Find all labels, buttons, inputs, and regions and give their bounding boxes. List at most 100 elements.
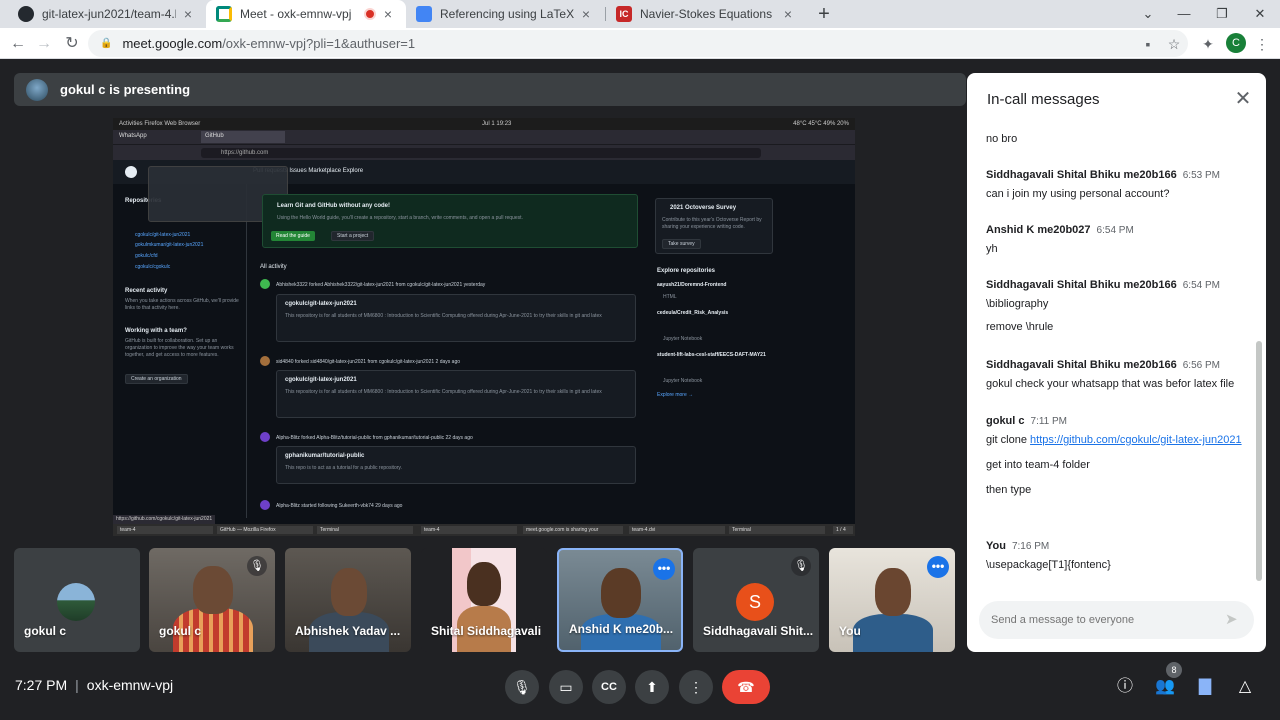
taskbar-item: Terminal — [729, 526, 825, 534]
feed-avatar — [260, 356, 270, 366]
chat-message: Siddhagavali Shital Bhiku me20b166 6:53 P… — [986, 167, 1246, 202]
browser-menu-icon[interactable]: ⋮ — [1252, 34, 1272, 54]
message-sender: gokul c — [986, 415, 1025, 427]
chat-icon: ▇ — [1198, 678, 1212, 695]
tab-title: Navier-Stokes Equations — [640, 7, 773, 21]
extensions-icon[interactable]: ✦ — [1198, 34, 1218, 54]
feed-item-text: Alpha-Blitz forked Alpha-Blitz/tutorial-… — [276, 435, 473, 441]
browser-tab-navier[interactable]: IC Navier-Stokes Equations × — [606, 0, 806, 28]
participant-tile-speaking[interactable]: ••• Anshid K me20b... — [557, 548, 683, 652]
survey-text: Contribute to this year's Octoverse Repo… — [662, 217, 762, 230]
message-sender: Anshid K me20b027 — [986, 224, 1091, 236]
forward-icon[interactable]: → — [32, 32, 56, 56]
send-icon[interactable]: ➤ — [1225, 610, 1238, 628]
participant-tile[interactable]: gokul c — [14, 548, 140, 652]
more-options-button[interactable]: ⋮ — [679, 670, 713, 704]
meeting-info-button[interactable]: ⓘ — [1111, 673, 1139, 701]
message-sender: Siddhagavali Shital Bhiku me20b166 — [986, 169, 1177, 181]
in-call-messages-panel: In-call messages ✕ no bro Siddhagavali S… — [967, 73, 1266, 652]
tab-title: git-latex-jun2021/team-4.bib at m — [42, 7, 176, 21]
separator: | — [75, 677, 79, 693]
captions-button[interactable]: CC — [592, 670, 626, 704]
leave-call-button[interactable]: ☎ — [722, 670, 770, 704]
window-close-icon[interactable]: ✕ — [1242, 0, 1278, 28]
reload-icon[interactable]: ↻ — [60, 32, 84, 56]
message-text: \usepackage[T1]{fontenc} — [986, 559, 1111, 571]
participant-avatar — [57, 583, 95, 621]
participant-name: gokul c — [24, 624, 67, 638]
maximize-icon[interactable]: ❐ — [1204, 0, 1240, 28]
participant-tile-self[interactable]: ••• You — [829, 548, 955, 652]
taskbar-item: team-4.dvi — [629, 526, 725, 534]
close-tab-icon[interactable]: × — [578, 6, 594, 22]
camera-button[interactable]: ▭ — [549, 670, 583, 704]
present-button[interactable]: ⬆ — [635, 670, 669, 704]
message-time: 7:11 PM — [1030, 416, 1068, 427]
close-chat-icon[interactable]: ✕ — [1231, 87, 1255, 111]
mic-icon: 🎙 — [513, 679, 531, 695]
browser-tab-overleaf[interactable]: Referencing using LaTeX - Refere × — [406, 0, 604, 28]
participant-face — [467, 562, 501, 606]
more-options-icon[interactable]: ••• — [653, 558, 675, 580]
mic-button[interactable]: 🎙 — [505, 670, 539, 704]
meeting-details: 7:27 PM | oxk-emnw-vpj — [15, 677, 173, 693]
chat-message: no bro — [986, 129, 1246, 147]
ubuntu-top-bar: Activities Firefox Web Browser Jul 1 19:… — [113, 118, 855, 130]
taskbar-item: team-4 — [117, 526, 213, 534]
team-text: GitHub is built for collaboration. Set u… — [125, 338, 234, 358]
message-time: 6:53 PM — [1182, 170, 1220, 181]
browser-tab-github[interactable]: git-latex-jun2021/team-4.bib at m × — [8, 0, 206, 28]
browser-tab-meet[interactable]: Meet - oxk-emnw-vpj × — [206, 0, 406, 28]
feed-repo-card: gphanikumar/tutorial-public This repo is… — [276, 446, 636, 484]
overleaf-icon — [416, 6, 432, 22]
participant-tile[interactable]: S 🎙 Siddhagavali Shit... — [693, 548, 819, 652]
participant-tile[interactable]: Abhishek Yadav ... — [285, 548, 411, 652]
feed-repo-desc: This repository is for all students of M… — [285, 389, 602, 395]
github-right-column: 2021 Octoverse Survey Contribute to this… — [653, 184, 853, 518]
present-icon: ⬆ — [646, 679, 658, 695]
camera-in-use-icon[interactable]: ▪ — [1138, 34, 1158, 54]
ubuntu-clock: Jul 1 19:23 — [482, 121, 512, 127]
explore-repo: student-lift-labs-cesl-staff/EECS-DAFT-M… — [657, 352, 766, 358]
repo-link: gokulc/cfd — [135, 253, 158, 259]
profile-avatar[interactable]: C — [1226, 33, 1246, 53]
message-sender: Siddhagavali Shital Bhiku me20b166 — [986, 279, 1177, 291]
message-time: 7:16 PM — [1011, 541, 1050, 552]
close-tab-icon[interactable]: × — [780, 6, 796, 22]
feed-repo-card: cgokulc/git-latex-jun2021 This repositor… — [276, 294, 636, 342]
participant-tile[interactable]: 🎙 gokul c — [149, 548, 275, 652]
participant-name: Abhishek Yadav ... — [295, 624, 401, 638]
participant-face — [875, 568, 911, 616]
message-text: git clone https://github.com/cgokulc/git… — [986, 432, 1246, 448]
taskbar-workspace: 1 / 4 — [833, 526, 853, 534]
bookmark-star-icon[interactable]: ☆ — [1164, 34, 1184, 54]
message-time: 6:54 PM — [1096, 225, 1134, 236]
ff-tab-whatsapp: WhatsApp — [119, 133, 147, 139]
back-icon[interactable]: ← — [6, 32, 30, 56]
take-survey-button: Take survey — [662, 239, 701, 249]
chat-message: Siddhagavali Shital Bhiku me20b166 6:56 P… — [986, 357, 1246, 392]
chat-message-list[interactable]: no bro Siddhagavali Shital Bhiku me20b16… — [967, 121, 1257, 591]
close-tab-icon[interactable]: × — [180, 6, 196, 22]
participant-face — [331, 568, 367, 616]
minimize-icon[interactable]: — — [1166, 0, 1202, 28]
address-bar[interactable]: 🔒 meet.google.com/oxk-emnw-vpj?pli=1&aut… — [88, 30, 1188, 57]
participant-tile[interactable]: Shital Siddhagavali — [421, 548, 547, 652]
hangup-icon: ☎ — [737, 679, 755, 695]
chat-scrollbar[interactable] — [1256, 341, 1262, 581]
tab-search-icon[interactable]: ⌄ — [1130, 0, 1166, 28]
repo-link: gokulmkumar/git-latex-jun2021 — [135, 242, 204, 248]
presenter-avatar — [26, 78, 48, 101]
message-sender: You — [986, 540, 1006, 552]
camera-icon: ▭ — [559, 679, 573, 695]
feed-repo-desc: This repository is for all students of M… — [285, 313, 602, 319]
chat-title: In-call messages — [987, 91, 1100, 108]
message-link[interactable]: https://github.com/cgokulc/git-latex-jun… — [1030, 434, 1242, 446]
activities-button[interactable]: △ — [1231, 673, 1259, 701]
firefox-tabs: WhatsApp GitHub — [113, 130, 855, 144]
new-tab-button[interactable]: + — [812, 2, 836, 26]
chat-button[interactable]: ▇ — [1191, 673, 1219, 701]
message-time: 6:56 PM — [1182, 360, 1220, 371]
chat-input[interactable] — [991, 611, 1211, 629]
close-tab-icon[interactable]: × — [380, 6, 396, 22]
